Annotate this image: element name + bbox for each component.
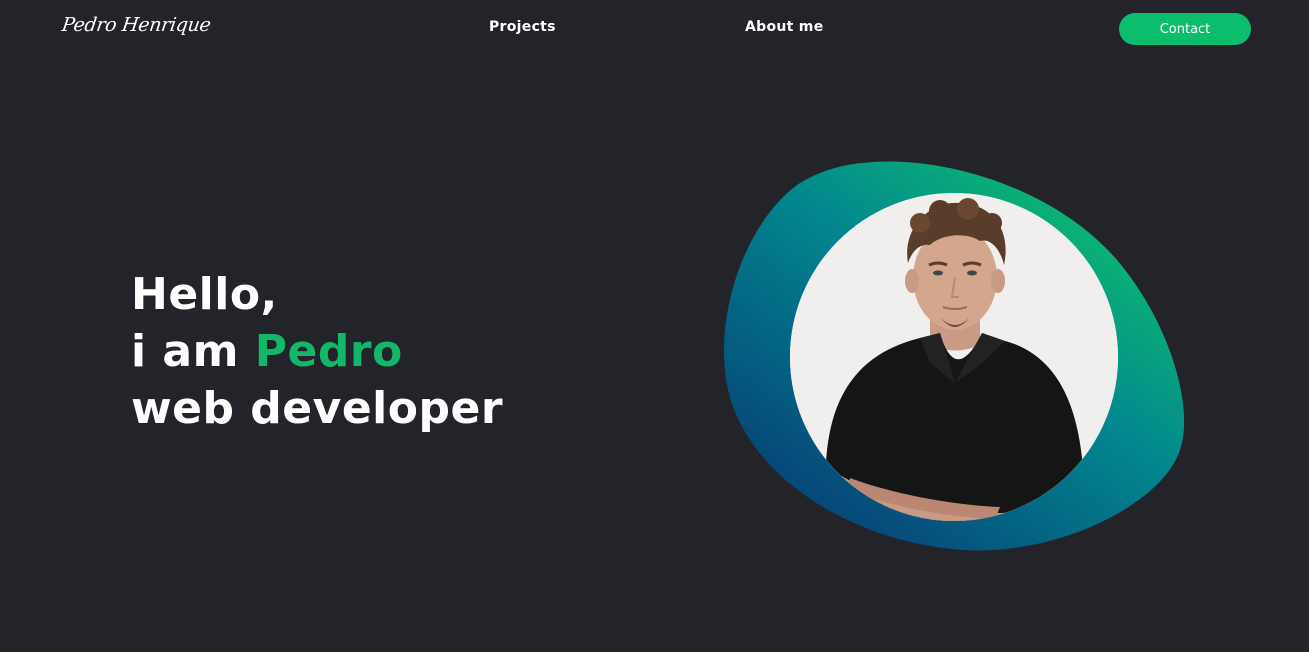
page: Pedro Henrique Projects About me Contact… — [0, 0, 1309, 652]
person-portrait-illustration — [790, 193, 1118, 521]
profile-photo — [790, 193, 1118, 521]
hero-greeting: Hello, — [131, 269, 278, 320]
portrait-frame — [722, 160, 1188, 554]
nav-projects-link[interactable]: Projects — [489, 19, 556, 35]
hero-intro-line: i am Pedro — [131, 323, 503, 380]
hero-heading: Hello, i am Pedro web developer — [131, 266, 503, 437]
contact-button[interactable]: Contact — [1119, 13, 1251, 45]
site-logo[interactable]: Pedro Henrique — [60, 14, 212, 36]
hero-role: web developer — [131, 383, 504, 434]
hero-name: Pedro — [254, 326, 403, 377]
hero-intro-prefix: i am — [131, 326, 255, 377]
nav-about-link[interactable]: About me — [745, 19, 824, 35]
